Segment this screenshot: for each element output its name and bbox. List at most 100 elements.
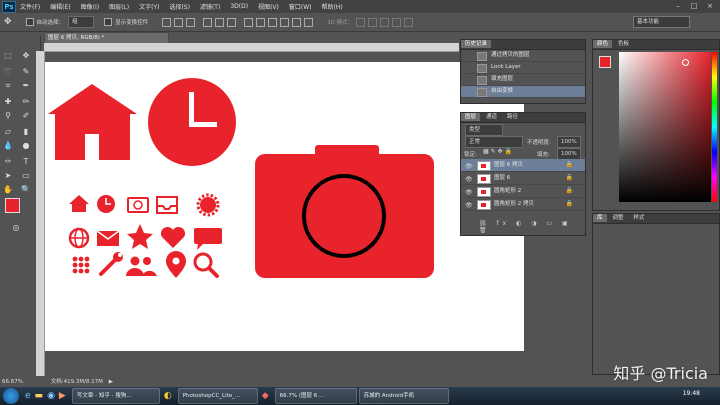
history-item-label: 自由变换	[491, 88, 514, 94]
move-tool-side-icon[interactable]: ✥	[20, 50, 32, 61]
layer-row-selected[interactable]: 👁 图层 6 拷贝 🔒	[461, 159, 585, 172]
minimize-button[interactable]: –	[670, 0, 686, 12]
menu-select[interactable]: 选择(S)	[169, 2, 190, 11]
move-tool-icon[interactable]: ✥	[4, 17, 12, 27]
align-right-icon[interactable]	[227, 17, 237, 27]
crop-tool-icon[interactable]: ⌗	[2, 80, 14, 91]
layers-footer-icons[interactable]: ⛓ fx ◐ ◑ ▭ ▣ 🗑	[479, 220, 585, 234]
menu-view[interactable]: 视图(V)	[258, 2, 279, 11]
explorer-icon[interactable]: ▬	[35, 391, 44, 401]
media-icon[interactable]: ▶	[59, 391, 66, 401]
task-browser[interactable]: 写文章 - 知乎 - 搜狗...	[71, 388, 160, 404]
lasso-tool-icon[interactable]: ➰	[2, 66, 14, 77]
house-icon	[48, 84, 137, 160]
align-left-icon[interactable]	[203, 17, 213, 27]
3d-roll-icon[interactable]	[368, 17, 378, 27]
align-bottom-icon[interactable]	[186, 17, 196, 27]
auto-select-checkbox[interactable]	[25, 18, 34, 26]
hand-tool-icon[interactable]: ✋	[2, 184, 14, 195]
layer-row[interactable]: 👁 图层 6 🔒	[461, 172, 585, 185]
blur-tool-icon[interactable]: 💧	[2, 140, 14, 151]
task-photoshop-doc[interactable]: 66.7% (图层 6 ...	[274, 388, 357, 404]
vertical-ruler	[36, 51, 45, 376]
layer-thumbnail	[477, 200, 491, 210]
dodge-tool-icon[interactable]: ●	[20, 140, 32, 151]
sogou-icon[interactable]: ◐	[164, 391, 172, 401]
close-button[interactable]: ×	[702, 0, 718, 12]
quick-select-tool-icon[interactable]: ✎	[20, 66, 32, 77]
tab-history[interactable]: 历史记录	[461, 40, 492, 48]
3d-slide-icon[interactable]	[392, 17, 402, 27]
distribute-top-icon[interactable]	[244, 17, 254, 27]
3d-rotate-icon[interactable]	[356, 17, 366, 27]
menu-file[interactable]: 文件(F)	[20, 2, 40, 11]
maximize-button[interactable]: □	[686, 0, 702, 12]
eye-icon[interactable]: 👁	[465, 200, 473, 212]
history-item[interactable]: 填充图层	[461, 74, 585, 86]
gradient-tool-icon[interactable]: ▮	[20, 126, 32, 137]
brush-tool-icon[interactable]: ✏	[20, 96, 32, 107]
history-item[interactable]: Lock Layer	[461, 62, 585, 74]
distribute-left-icon[interactable]	[280, 17, 290, 27]
align-center-icon[interactable]	[215, 17, 225, 27]
shape-tool-icon[interactable]: ▭	[20, 170, 32, 181]
marquee-tool-icon[interactable]: ⬚	[2, 50, 14, 61]
menu-image[interactable]: 图像(I)	[81, 2, 99, 11]
tab-swatches[interactable]: 色板	[614, 40, 633, 48]
layer-row[interactable]: 👁 圆角矩形 2 🔒	[461, 185, 585, 198]
tab-layers[interactable]: 图层	[461, 113, 481, 121]
pen-tool-icon[interactable]: ✑	[2, 156, 14, 167]
history-brush-tool-icon[interactable]: ✐	[20, 110, 32, 121]
align-top-icon[interactable]	[162, 17, 172, 27]
eyedropper-tool-icon[interactable]: ✒	[20, 80, 32, 91]
foreground-color-swatch[interactable]	[5, 198, 20, 213]
healing-tool-icon[interactable]: ✚	[2, 96, 14, 107]
distribute-middle-icon[interactable]	[256, 17, 266, 27]
start-button[interactable]	[3, 388, 19, 404]
tab-color[interactable]: 颜色	[593, 40, 613, 48]
zoom-level[interactable]: 66.67%	[2, 379, 23, 385]
menu-layer[interactable]: 图层(L)	[109, 2, 129, 11]
tab-paths[interactable]: 路径	[503, 113, 522, 121]
align-middle-icon[interactable]	[174, 17, 184, 27]
distribute-bottom-icon[interactable]	[268, 17, 278, 27]
status-arrow-icon[interactable]: ▶	[109, 379, 113, 385]
menu-window[interactable]: 窗口(W)	[289, 2, 312, 11]
layer-row[interactable]: 👁 圆角矩形 2 拷贝 🔒	[461, 198, 585, 211]
tab-styles[interactable]: 样式	[629, 214, 648, 222]
tab-libraries[interactable]: 库	[593, 214, 607, 222]
browser-icon[interactable]: ◉	[47, 391, 55, 401]
eraser-tool-icon[interactable]: ▱	[2, 126, 14, 137]
zoom-tool-icon[interactable]: 🔍	[20, 184, 32, 195]
menu-help[interactable]: 帮助(H)	[322, 2, 343, 11]
menu-filter[interactable]: 滤镜(T)	[200, 2, 220, 11]
history-item[interactable]: 通过拷贝的图层	[461, 50, 585, 62]
path-select-tool-icon[interactable]: ➤	[2, 170, 14, 181]
panel-foreground-swatch[interactable]	[599, 56, 611, 68]
hue-slider[interactable]	[712, 52, 717, 202]
type-tool-icon[interactable]: T	[20, 156, 32, 167]
stamp-tool-icon[interactable]: ⚲	[2, 110, 14, 121]
ie-icon[interactable]: e	[25, 391, 31, 401]
menu-edit[interactable]: 编辑(E)	[50, 2, 70, 11]
app-icon[interactable]: ◆	[262, 391, 269, 401]
menu-3d[interactable]: 3D(D)	[230, 3, 248, 10]
document-canvas[interactable]	[45, 62, 524, 351]
menu-type[interactable]: 文字(Y)	[139, 2, 159, 11]
quick-mask-icon[interactable]: ◎	[10, 222, 22, 233]
task-android-phone[interactable]: 苏城的 Android手机	[358, 388, 449, 404]
3d-scale-icon[interactable]	[404, 17, 414, 27]
distribute-center-icon[interactable]	[292, 17, 302, 27]
history-item-selected[interactable]: 自由变换	[461, 86, 585, 98]
lock-icons[interactable]: ▦ ✎ ✥ 🔒	[483, 148, 512, 155]
color-picker-cursor[interactable]	[682, 59, 689, 66]
workspace-dropdown[interactable]: 基本功能	[633, 16, 690, 28]
show-transform-checkbox[interactable]	[104, 18, 113, 26]
distribute-right-icon[interactable]	[304, 17, 314, 27]
auto-select-dropdown[interactable]: 组	[68, 16, 95, 28]
task-photoshop-lite[interactable]: PhotoshopCC_Lite_...	[177, 388, 258, 404]
tab-adjustments[interactable]: 调整	[608, 214, 627, 222]
color-picker-field[interactable]	[619, 52, 711, 202]
tab-channels[interactable]: 通道	[482, 113, 501, 121]
3d-pan-icon[interactable]	[380, 17, 390, 27]
